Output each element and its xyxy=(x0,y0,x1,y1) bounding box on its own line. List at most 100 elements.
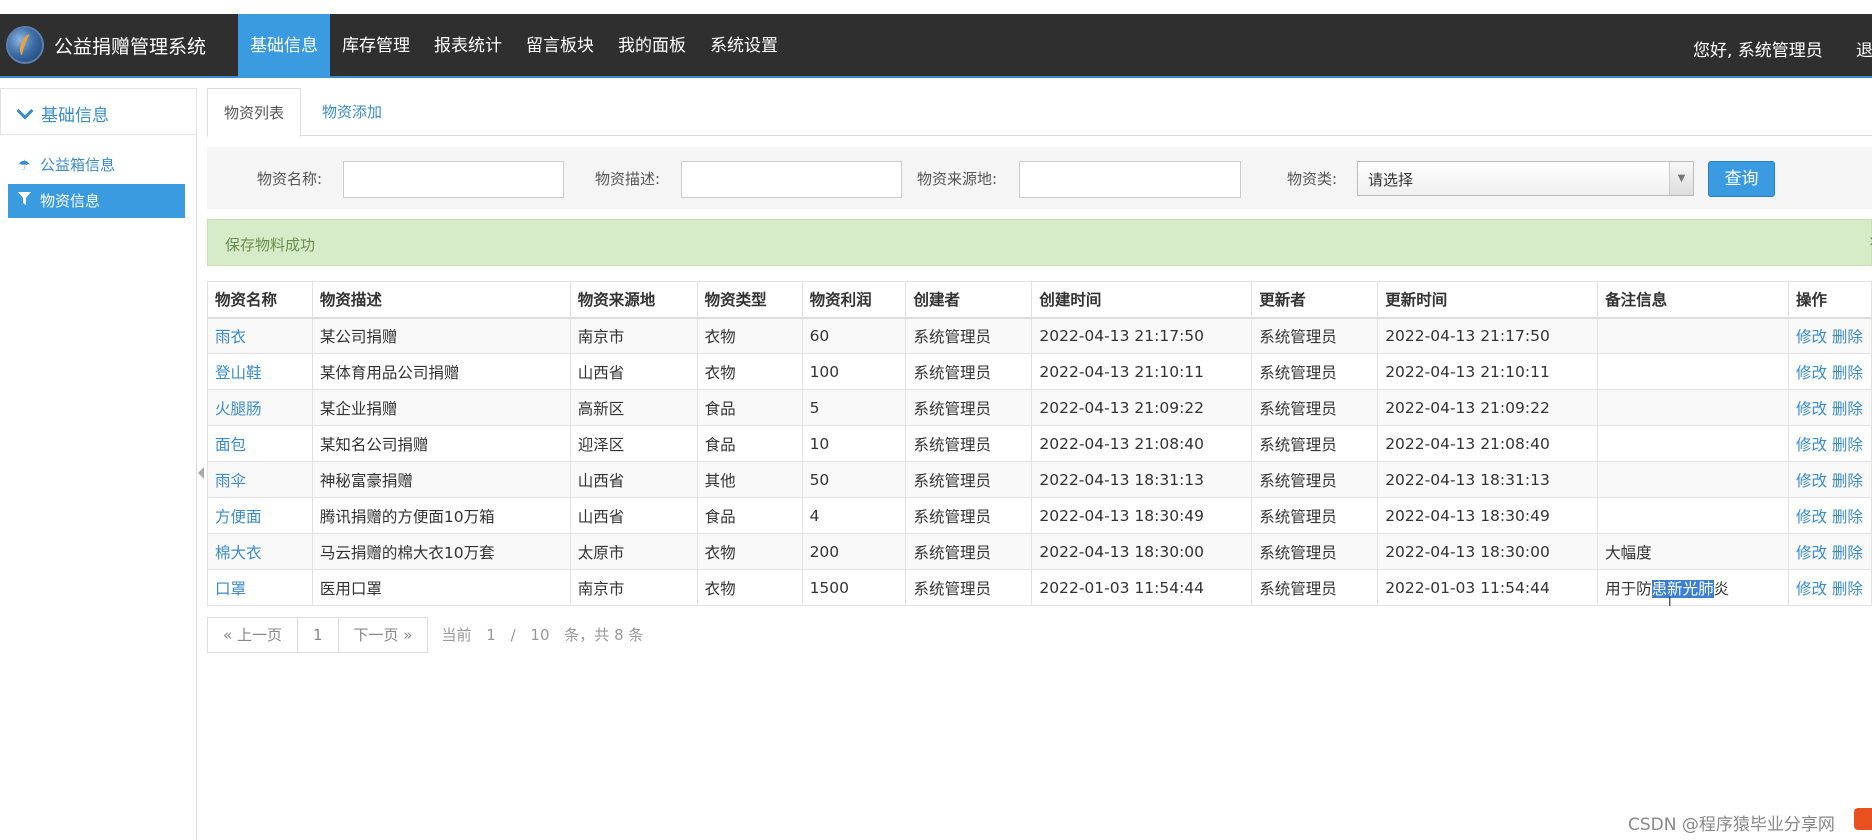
material-name-link[interactable]: 雨伞 xyxy=(215,472,246,490)
cell-updated-time: 2022-04-13 21:08:40 xyxy=(1377,425,1599,462)
cell-desc: 腾讯捐赠的方便面10万箱 xyxy=(311,497,571,534)
col-type[interactable]: 物资类型 xyxy=(696,281,803,319)
cell-type: 衣物 xyxy=(696,569,803,606)
cell-updated-time: 2022-04-13 21:09:22 xyxy=(1377,389,1599,426)
cell-updated-time: 2022-04-13 18:30:00 xyxy=(1377,533,1599,570)
cell-source: 太原市 xyxy=(569,533,698,570)
delete-link[interactable]: 删除 xyxy=(1832,436,1863,454)
cell-desc: 神秘富豪捐赠 xyxy=(311,461,571,498)
delete-link[interactable]: 删除 xyxy=(1832,472,1863,490)
nav-settings[interactable]: 系统设置 xyxy=(698,14,790,78)
cell-updater: 系统管理员 xyxy=(1251,461,1379,498)
sidebar-section-header[interactable]: 基础信息 xyxy=(0,88,197,135)
cell-source: 高新区 xyxy=(569,389,698,426)
nav-reports[interactable]: 报表统计 xyxy=(422,14,514,78)
tab-material-list[interactable]: 物资列表 xyxy=(207,88,302,137)
type-select[interactable]: 请选择 ▼ xyxy=(1357,161,1694,196)
chevron-down-icon xyxy=(16,102,34,120)
edit-link[interactable]: 修改 xyxy=(1796,544,1827,562)
search-form: 物资名称: 物资描述: 物资来源地: 物资类: 请选择 ▼ 查询 xyxy=(207,147,1872,209)
desc-label: 物资描述: xyxy=(595,170,661,188)
cell-updater: 系统管理员 xyxy=(1251,569,1379,606)
page-number-button[interactable]: 1 xyxy=(296,617,339,653)
source-input[interactable] xyxy=(1019,161,1241,198)
cell-created-time: 2022-04-13 18:31:13 xyxy=(1031,461,1253,498)
edit-link[interactable]: 修改 xyxy=(1796,364,1827,382)
table-header-row: 物资名称 物资描述 物资来源地 物资类型 物资利润 创建者 创建时间 更新者 更… xyxy=(207,281,1872,319)
next-page-button[interactable]: 下一页 » xyxy=(337,617,429,653)
cell-updated-time: 2022-04-13 21:17:50 xyxy=(1377,317,1599,354)
cell-source: 南京市 xyxy=(569,569,698,606)
alert-message: 保存物料成功 xyxy=(225,236,316,254)
materials-table: 物资名称 物资描述 物资来源地 物资类型 物资利润 创建者 创建时间 更新者 更… xyxy=(207,281,1872,606)
edit-link[interactable]: 修改 xyxy=(1796,580,1827,598)
col-updater[interactable]: 更新者 xyxy=(1251,281,1379,319)
cell-updater: 系统管理员 xyxy=(1251,317,1379,354)
cell-creator: 系统管理员 xyxy=(905,425,1033,462)
page-size-input[interactable]: 10 xyxy=(520,617,559,653)
cell-note xyxy=(1597,353,1789,390)
cell-type: 衣物 xyxy=(696,353,803,390)
cell-profit: 4 xyxy=(801,497,907,534)
col-profit[interactable]: 物资利润 xyxy=(801,281,907,319)
material-name-link[interactable]: 雨衣 xyxy=(215,328,246,346)
material-name-link[interactable]: 火腿肠 xyxy=(215,400,262,418)
logout-link[interactable]: 退出 xyxy=(1856,36,1872,61)
delete-link[interactable]: 删除 xyxy=(1832,544,1863,562)
delete-link[interactable]: 删除 xyxy=(1832,508,1863,526)
cell-note xyxy=(1597,461,1789,498)
close-icon[interactable]: × xyxy=(1868,232,1872,250)
cell-desc: 某企业捐赠 xyxy=(311,389,571,426)
cell-profit: 200 xyxy=(801,533,907,570)
sidebar-section-label: 基础信息 xyxy=(41,106,109,126)
table-row: 火腿肠 某企业捐赠 高新区 食品 5 系统管理员 2022-04-13 21:0… xyxy=(207,389,1872,426)
sidebar-item-materials[interactable]: 物资信息 xyxy=(8,184,185,218)
material-name-link[interactable]: 登山鞋 xyxy=(215,364,262,382)
sidebar-collapse-icon[interactable] xyxy=(198,467,204,479)
edit-link[interactable]: 修改 xyxy=(1796,508,1827,526)
nav-basic-info[interactable]: 基础信息 xyxy=(238,14,330,78)
prev-page-button[interactable]: « 上一页 xyxy=(207,617,298,653)
material-name-link[interactable]: 面包 xyxy=(215,436,246,454)
delete-link[interactable]: 删除 xyxy=(1832,580,1863,598)
material-name-link[interactable]: 方便面 xyxy=(215,508,262,526)
delete-link[interactable]: 删除 xyxy=(1832,400,1863,418)
cell-creator: 系统管理员 xyxy=(905,533,1033,570)
edit-link[interactable]: 修改 xyxy=(1796,400,1827,418)
name-input[interactable] xyxy=(343,161,564,198)
col-note[interactable]: 备注信息 xyxy=(1597,281,1789,319)
filter-icon xyxy=(18,185,32,219)
col-name[interactable]: 物资名称 xyxy=(207,281,313,319)
tab-material-add[interactable]: 物资添加 xyxy=(306,88,398,137)
sidebar-item-donation-box[interactable]: ☂ 公益箱信息 xyxy=(8,148,185,182)
cell-desc: 某知名公司捐赠 xyxy=(311,425,571,462)
col-creator[interactable]: 创建者 xyxy=(905,281,1033,319)
delete-link[interactable]: 删除 xyxy=(1832,328,1863,346)
edit-link[interactable]: 修改 xyxy=(1796,436,1827,454)
material-name-link[interactable]: 棉大衣 xyxy=(215,544,262,562)
col-created-time[interactable]: 创建时间 xyxy=(1031,281,1253,319)
nav-inventory[interactable]: 库存管理 xyxy=(330,14,422,78)
col-desc[interactable]: 物资描述 xyxy=(311,281,571,319)
cell-updater: 系统管理员 xyxy=(1251,389,1379,426)
user-greeting[interactable]: 您好, 系统管理员 xyxy=(1693,36,1823,61)
edit-link[interactable]: 修改 xyxy=(1796,472,1827,490)
sidebar-item-label: 公益箱信息 xyxy=(40,156,116,174)
material-name-link[interactable]: 口罩 xyxy=(215,580,246,598)
cell-updater: 系统管理员 xyxy=(1251,533,1379,570)
cell-desc: 医用口罩 xyxy=(311,569,571,606)
desc-input[interactable] xyxy=(681,161,902,198)
col-updated-time[interactable]: 更新时间 xyxy=(1377,281,1599,319)
nav-my-panel[interactable]: 我的面板 xyxy=(606,14,698,78)
pagination: « 上一页 1 下一页 » 当前 1 / 10 条，共 8 条 xyxy=(207,617,643,653)
nav-messages[interactable]: 留言板块 xyxy=(514,14,606,78)
query-button[interactable]: 查询 xyxy=(1708,161,1775,197)
delete-link[interactable]: 删除 xyxy=(1832,364,1863,382)
cell-note: 大幅度 xyxy=(1597,533,1789,570)
edit-link[interactable]: 修改 xyxy=(1796,328,1827,346)
col-source[interactable]: 物资来源地 xyxy=(569,281,698,319)
current-page-input[interactable]: 1 xyxy=(476,617,506,653)
cell-creator: 系统管理员 xyxy=(905,569,1033,606)
cell-created-time: 2022-04-13 21:08:40 xyxy=(1031,425,1253,462)
table-body: 雨衣 某公司捐赠 南京市 衣物 60 系统管理员 2022-04-13 21:1… xyxy=(207,317,1872,606)
